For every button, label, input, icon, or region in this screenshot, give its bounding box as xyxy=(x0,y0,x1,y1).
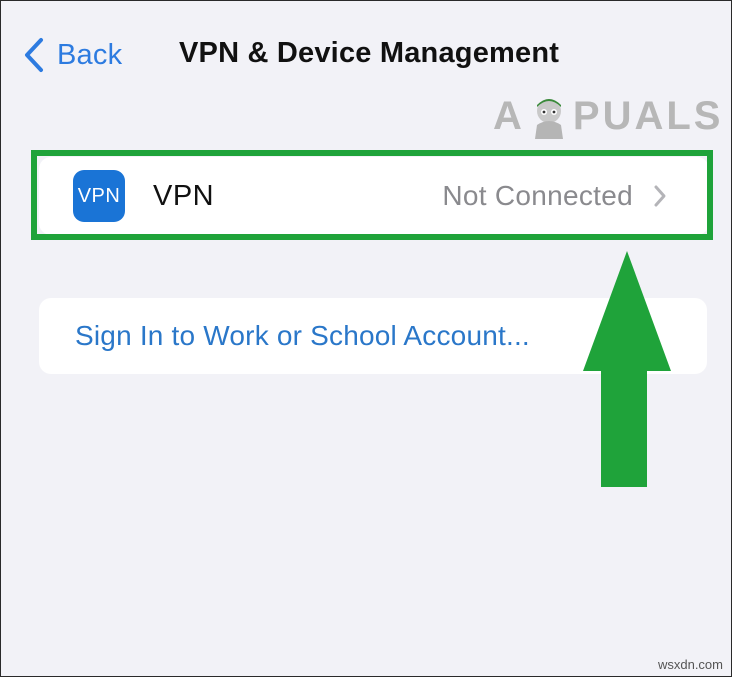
settings-screen: Back VPN & Device Management A PUALS VPN… xyxy=(0,0,732,677)
chevron-left-icon xyxy=(25,38,43,72)
arrow-up-icon xyxy=(583,251,671,487)
mascot-icon xyxy=(534,99,563,139)
source-credit: wsxdn.com xyxy=(657,657,723,672)
sign-in-label: Sign In to Work or School Account... xyxy=(75,320,530,351)
vpn-row[interactable]: VPN VPN Not Connected xyxy=(39,157,709,235)
vpn-app-icon: VPN xyxy=(73,170,125,222)
vpn-label: VPN xyxy=(153,179,215,212)
navigation-bar: Back VPN & Device Management xyxy=(1,1,731,101)
page-title: VPN & Device Management xyxy=(179,37,560,69)
vpn-status: Not Connected xyxy=(442,180,633,211)
watermark-logo: A PUALS xyxy=(493,93,723,139)
back-button[interactable]: Back xyxy=(23,35,122,75)
watermark-text-right: PUALS xyxy=(572,93,724,138)
vpn-cell-group: VPN VPN Not Connected xyxy=(39,157,709,235)
back-label: Back xyxy=(57,38,123,71)
chevron-right-icon xyxy=(654,185,666,207)
watermark-text-left: A xyxy=(493,93,525,138)
